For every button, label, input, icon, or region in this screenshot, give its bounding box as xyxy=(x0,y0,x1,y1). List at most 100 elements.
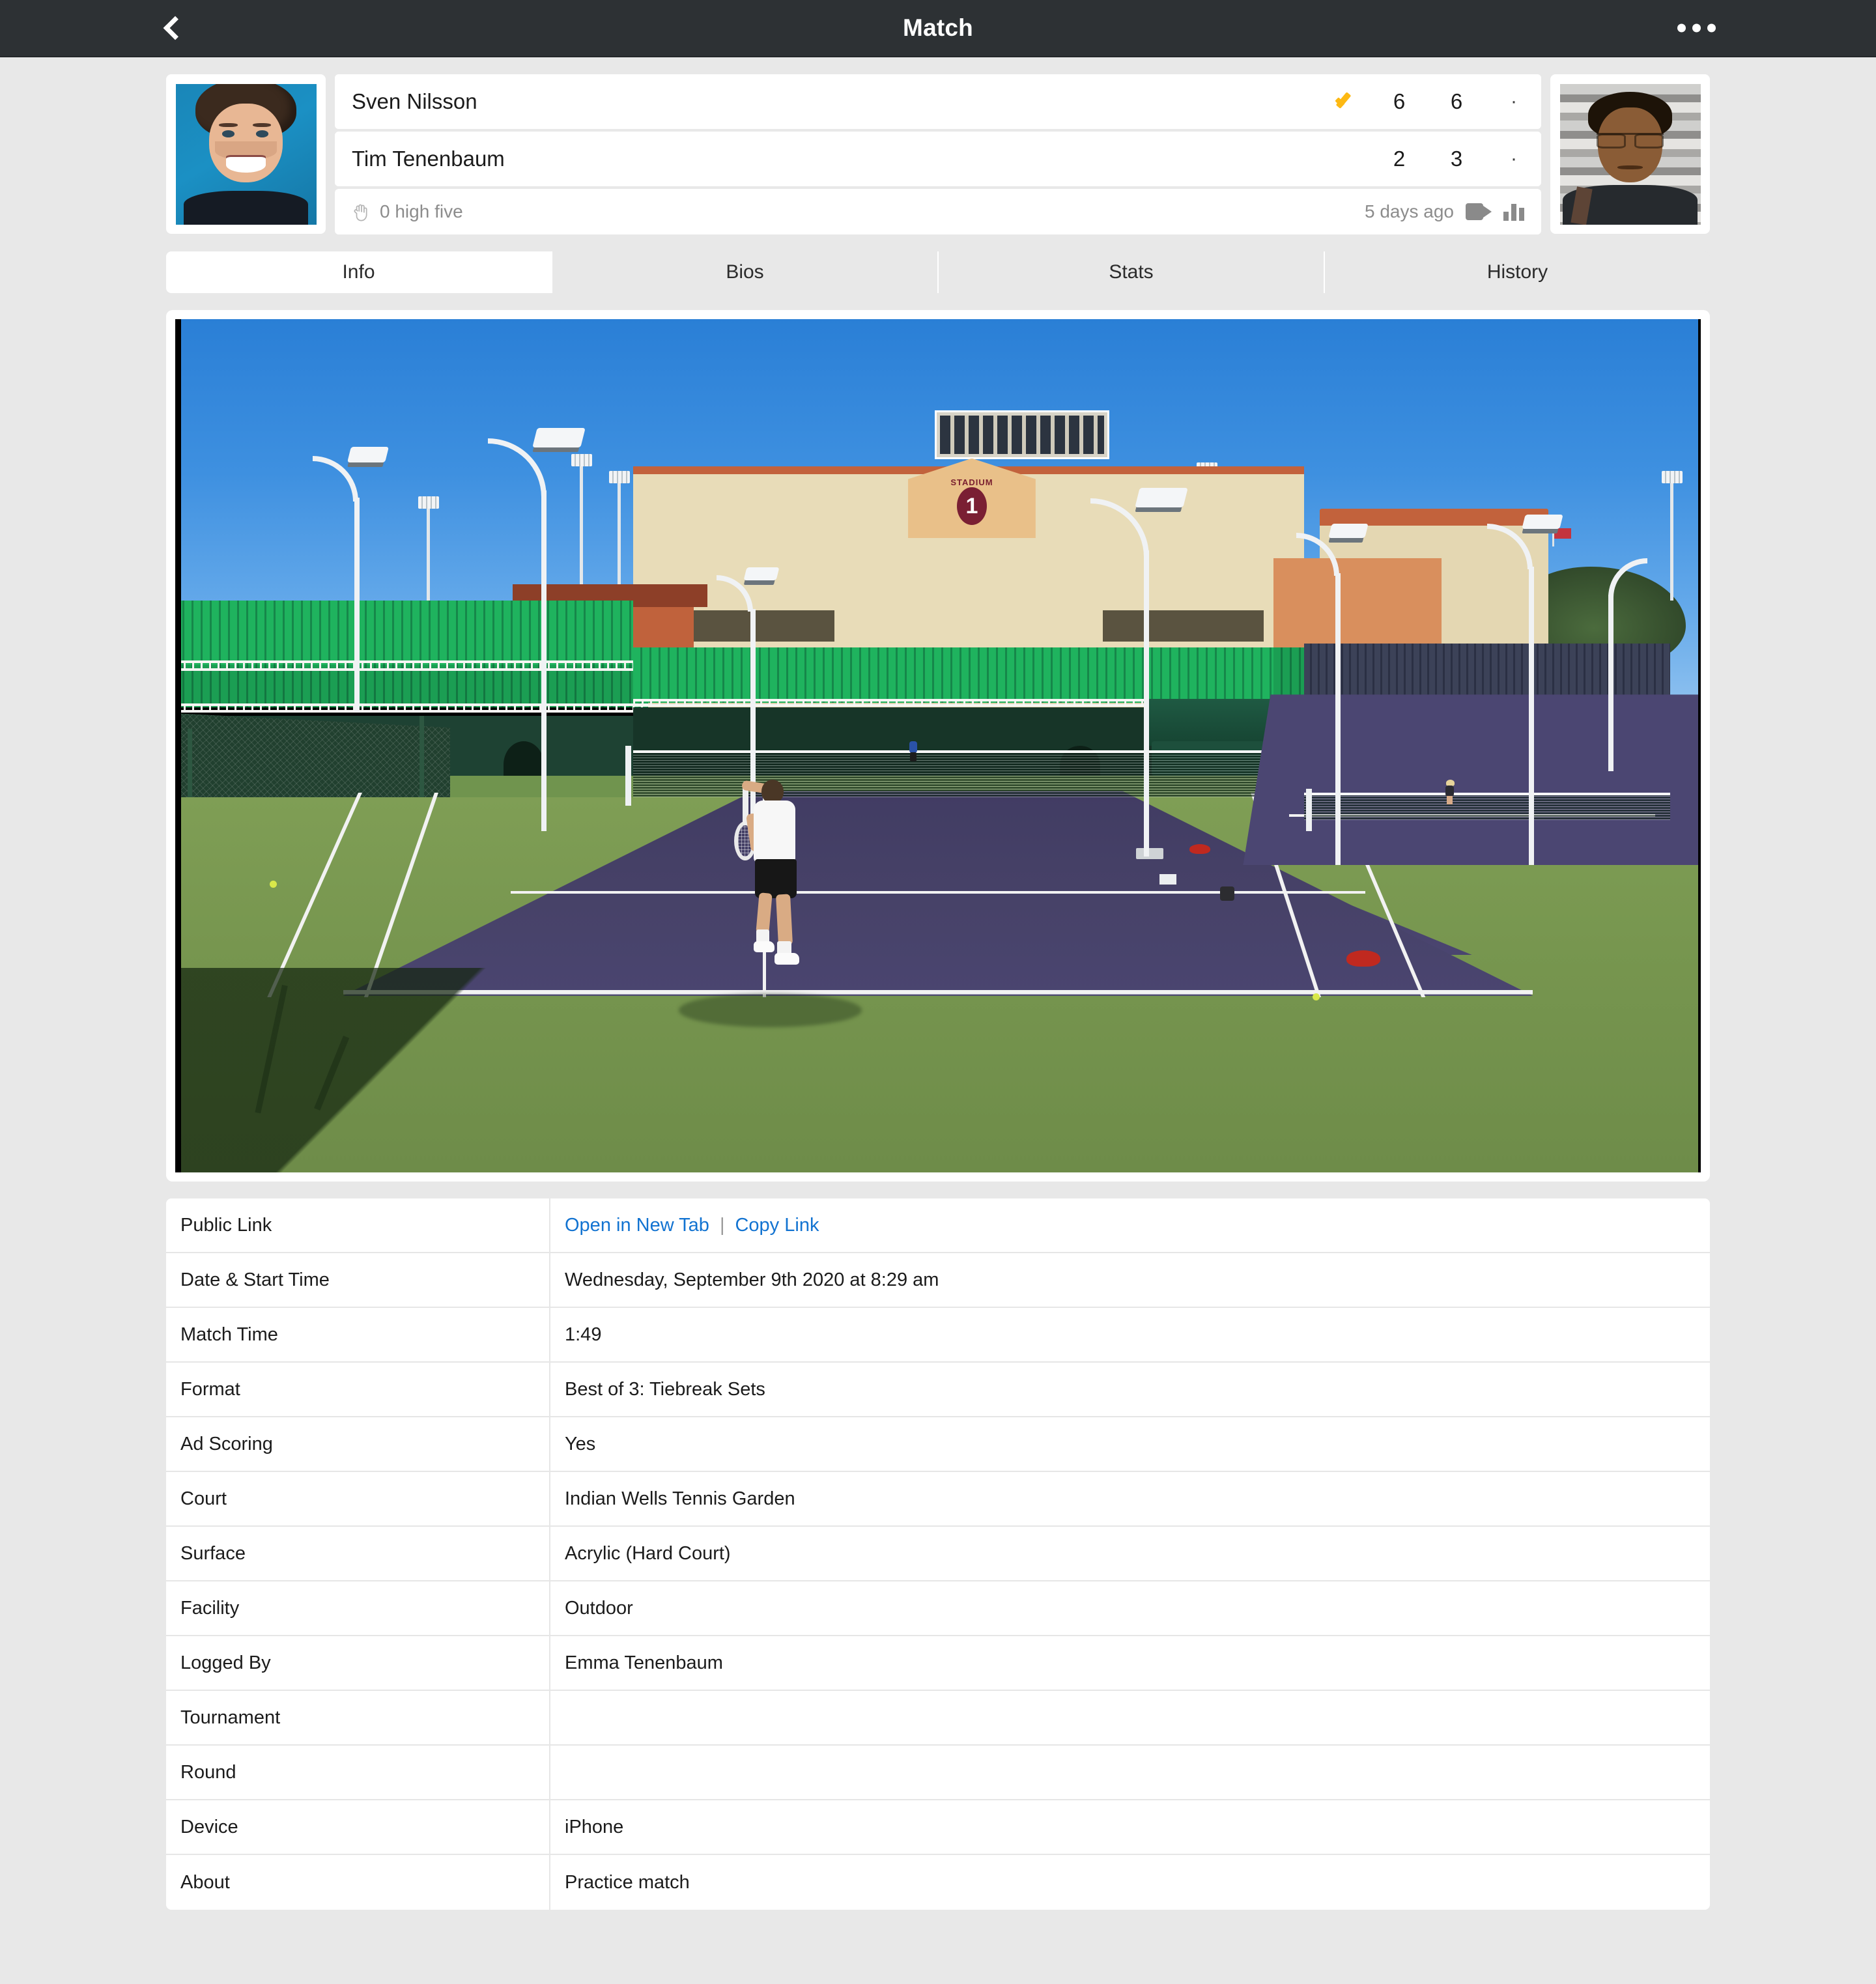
table-row: Ad Scoring Yes xyxy=(166,1417,1710,1472)
avatar-image xyxy=(1559,83,1701,225)
railing xyxy=(175,660,649,671)
corner-shadow xyxy=(175,967,633,1172)
row-label: About xyxy=(166,1855,550,1910)
adjacent-player-legs xyxy=(1447,796,1453,805)
row-label: Format xyxy=(166,1363,550,1416)
avatar-eye xyxy=(255,130,269,137)
player-leg-back xyxy=(756,892,773,934)
adjacent-net xyxy=(1304,793,1671,820)
tab-stats[interactable]: Stats xyxy=(939,251,1325,293)
table-row: Device iPhone xyxy=(166,1800,1710,1855)
player-shoe-front xyxy=(774,952,799,965)
railing xyxy=(175,703,649,713)
score-row-player-2[interactable]: Tim Tenenbaum 2 3 · xyxy=(335,132,1541,186)
open-in-new-tab-link[interactable]: Open in New Tab xyxy=(565,1215,709,1236)
row-value: Yes xyxy=(565,1433,596,1454)
lamp-pole xyxy=(1529,567,1535,866)
light-mast xyxy=(1662,470,1683,601)
row-label: Date & Start Time xyxy=(166,1253,550,1307)
row-value: Indian Wells Tennis Garden xyxy=(565,1488,795,1509)
tennis-ball xyxy=(1312,993,1320,1000)
copy-link-link[interactable]: Copy Link xyxy=(735,1215,819,1236)
row-value: Acrylic (Hard Court) xyxy=(565,1542,731,1564)
score-row-player-1[interactable]: Sven Nilsson 6 6 · xyxy=(335,74,1541,129)
adjacent-player-shirt xyxy=(1445,786,1455,797)
tennis-player[interactable] xyxy=(733,779,821,992)
video-camera-icon[interactable] xyxy=(1466,203,1492,220)
table-row: Date & Start Time Wednesday, September 9… xyxy=(166,1253,1710,1308)
player-leg-front xyxy=(775,894,793,946)
row-value: 1:49 xyxy=(565,1324,602,1345)
lamp-head xyxy=(743,567,780,580)
court-service-line xyxy=(511,890,1365,894)
stadium-shade xyxy=(1102,610,1264,642)
page-title: Match xyxy=(903,14,973,41)
mast-head xyxy=(1662,470,1683,483)
stadium-number-badge: 1 xyxy=(956,487,987,525)
mast-head xyxy=(571,453,592,466)
score-card-footer: 0 high five 5 days ago xyxy=(335,189,1541,234)
equipment-box xyxy=(1220,886,1235,901)
high-five-label: 0 high five xyxy=(380,201,463,221)
match-meta: 5 days ago xyxy=(1365,201,1524,222)
match-photo[interactable]: STADIUM 1 xyxy=(175,319,1701,1172)
tab-bios[interactable]: Bios xyxy=(552,251,939,293)
equipment-bag xyxy=(1346,950,1381,967)
tab-info[interactable]: Info xyxy=(166,251,552,293)
equipment-bag xyxy=(1189,843,1211,854)
player-shorts xyxy=(754,858,797,898)
row-value xyxy=(550,1691,1710,1744)
table-row: Surface Acrylic (Hard Court) xyxy=(166,1527,1710,1581)
bar xyxy=(1503,212,1509,221)
player-shirt xyxy=(753,800,795,863)
row-label: Match Time xyxy=(166,1308,550,1361)
table-row: Court Indian Wells Tennis Garden xyxy=(166,1472,1710,1527)
avatar-tim-tenenbaum[interactable] xyxy=(1550,74,1710,234)
video-body xyxy=(1466,203,1483,220)
table-row: Logged By Emma Tenenbaum xyxy=(166,1636,1710,1691)
lamp-head xyxy=(1328,523,1369,538)
chevron-left-icon xyxy=(163,16,188,40)
back-button[interactable] xyxy=(150,5,195,51)
match-score-card: Sven Nilsson 6 6 · Tim Tenenbaum 2 3 · 0… xyxy=(166,74,1710,234)
stadium-seats-upper xyxy=(175,601,633,665)
row-label: Device xyxy=(166,1800,550,1854)
adjacent-net-post xyxy=(1305,788,1312,831)
net-post xyxy=(625,746,631,806)
lamp-pole xyxy=(1144,550,1150,857)
lamp-head xyxy=(1135,488,1188,508)
ellipsis-dot xyxy=(1707,23,1716,33)
tab-history[interactable]: History xyxy=(1325,251,1710,293)
row-value xyxy=(550,1746,1710,1799)
courtside-chair xyxy=(1159,873,1176,885)
ellipsis-icon[interactable] xyxy=(1667,14,1726,43)
stadium-label: STADIUM xyxy=(950,477,993,488)
player-shadow xyxy=(678,993,862,1028)
table-row: Round xyxy=(166,1746,1710,1800)
table-row: Facility Outdoor xyxy=(166,1581,1710,1636)
lamp-pole xyxy=(354,497,360,712)
bar-chart-icon[interactable] xyxy=(1503,203,1524,221)
row-label: Facility xyxy=(166,1581,550,1635)
match-tab-bar: Info Bios Stats History xyxy=(166,251,1710,293)
table-row: Public Link Open in New Tab | Copy Link xyxy=(166,1198,1710,1253)
match-photo-card: STADIUM 1 xyxy=(166,310,1710,1182)
avatar-image xyxy=(175,83,317,225)
set-score: 2 xyxy=(1372,132,1427,186)
lamp-head xyxy=(1522,515,1563,530)
row-label: Surface xyxy=(166,1527,550,1580)
high-five-button[interactable]: 0 high five xyxy=(352,201,463,222)
winner-indicator xyxy=(1322,74,1369,129)
avatar-shirt xyxy=(184,190,308,225)
adjacent-player xyxy=(1443,780,1457,806)
bar xyxy=(1519,208,1524,221)
row-value: Best of 3: Tiebreak Sets xyxy=(565,1378,765,1400)
set-score: · xyxy=(1486,132,1541,186)
avatar-sven-nilsson[interactable] xyxy=(166,74,326,234)
mast-head xyxy=(609,470,631,483)
far-player xyxy=(907,741,919,763)
avatar-eye xyxy=(221,130,235,137)
player-name: Tim Tenenbaum xyxy=(335,132,1322,186)
winner-indicator-empty xyxy=(1322,132,1369,186)
row-label: Tournament xyxy=(166,1691,550,1744)
